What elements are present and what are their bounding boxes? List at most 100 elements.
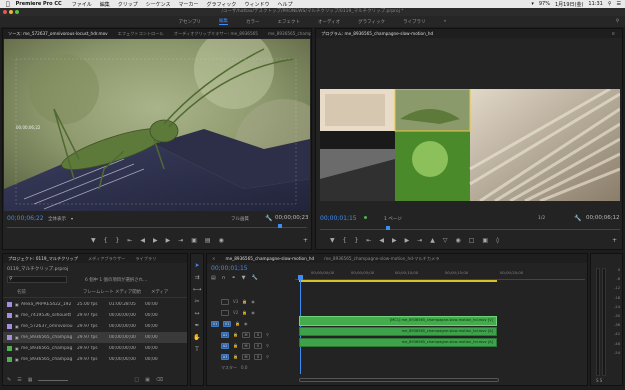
workspace-search-icon[interactable]: ⚲	[616, 19, 619, 24]
tab-audio-clip-mixer[interactable]: オーディオクリップミキサー: me_8936565	[169, 31, 263, 37]
go-to-in-icon[interactable]: ⇤	[127, 237, 132, 244]
clip-audio-a2[interactable]: me_8936565_champagne-slow-motion_hd.mov …	[299, 338, 497, 347]
apple-icon[interactable]: 	[6, 1, 10, 8]
new-bin-icon[interactable]: □	[134, 377, 139, 383]
battery-percent[interactable]: 97%	[539, 1, 550, 7]
program-add-button[interactable]: +	[612, 237, 617, 244]
program-resolution-select[interactable]: 1/2	[538, 216, 545, 221]
v1-lock-icon[interactable]: 🔒	[235, 321, 240, 326]
a2-solo[interactable]: S	[253, 342, 262, 349]
clip-video-v1[interactable]: [MC1] me_8936565_champagne-slow-motion_h…	[299, 316, 497, 326]
program-step-back-icon[interactable]: ◀	[379, 237, 384, 244]
program-wrench-icon[interactable]: 🔧	[574, 215, 581, 222]
v2-eye-icon[interactable]: ◉	[251, 310, 255, 315]
trash-icon[interactable]: ⌫	[156, 377, 163, 383]
wrench-icon[interactable]: 🔧	[265, 215, 272, 222]
workspace-edit[interactable]: 編集	[218, 18, 228, 25]
tab-source[interactable]: ソース: me_572637_omnivorous-locust_hdr.mov	[3, 31, 113, 37]
clip-audio-a1[interactable]: me_8936565_champagne-slow-motion_hd.mov …	[299, 327, 497, 336]
a2-mute[interactable]: M	[241, 342, 250, 349]
v1-source-patch[interactable]: V1	[211, 320, 219, 327]
label-color-swatch[interactable]	[7, 335, 12, 340]
pen-tool-icon[interactable]: ✒	[192, 320, 202, 330]
zoom-window-button[interactable]	[15, 10, 19, 14]
project-row[interactable]: ▣ me_8936565_champag 29.97 fps 00;00;00;00 0…	[3, 354, 187, 365]
a2-lock-icon[interactable]: 🔒	[233, 343, 238, 348]
program-scrubber[interactable]	[320, 229, 620, 233]
mark-out-icon[interactable]: }	[115, 237, 119, 244]
program-mark-in-icon[interactable]: {	[343, 237, 347, 244]
menu-list-icon[interactable]: ☰	[617, 1, 621, 7]
work-area-bar[interactable]	[299, 280, 497, 282]
tab-multicam-sequence[interactable]: me_8936565_champagne-slow-motion_hd-マルチカ…	[319, 256, 444, 262]
timeline-scrollbar[interactable]	[299, 378, 499, 382]
write-protect-icon[interactable]: ✎	[7, 377, 11, 383]
a1-target[interactable]: A1	[221, 331, 229, 338]
a3-mic-icon[interactable]: ⚲	[266, 354, 269, 359]
source-zoom-select[interactable]: 全体表示	[48, 216, 66, 222]
program-menu-icon[interactable]: ≡	[606, 31, 620, 36]
menu-date[interactable]: 1月19日(金)	[555, 1, 583, 8]
a3-target[interactable]: A3	[221, 353, 229, 360]
icon-view-icon[interactable]: ▦	[28, 377, 33, 383]
vr-icon[interactable]: ◊	[496, 237, 499, 244]
source-add-button[interactable]: +	[303, 237, 308, 244]
a1-solo[interactable]: S	[253, 331, 262, 338]
timeline-close-icon[interactable]: ×	[207, 256, 221, 261]
program-playhead-timecode[interactable]: 00;00;01;15	[320, 215, 357, 222]
tab-libraries[interactable]: ライブラリ	[130, 256, 161, 262]
marker-icon[interactable]: ▼	[91, 237, 96, 244]
program-go-to-out-icon[interactable]: ⇥	[417, 237, 422, 244]
source-video-frame[interactable]: 00;00;06;22	[4, 39, 310, 211]
program-export-frame-icon[interactable]: ◉	[455, 237, 460, 244]
column-media-start[interactable]: メディア開始	[115, 289, 151, 295]
a3-mute[interactable]: M	[241, 353, 250, 360]
meter-solo-buttons[interactable]: S S	[596, 378, 602, 383]
project-row[interactable]: ▣ Alexa_PRPRE5422_192 25.00 fps 01:00:28:05…	[3, 299, 187, 310]
a2-target[interactable]: A2	[221, 342, 229, 349]
v3-target[interactable]	[221, 298, 229, 305]
insert-icon[interactable]: ▣	[191, 237, 197, 244]
app-menu[interactable]: Premiere Pro CC	[16, 1, 62, 7]
menu-marker[interactable]: マーカー	[179, 1, 199, 8]
a1-mic-icon[interactable]: ⚲	[266, 332, 269, 337]
menu-edit[interactable]: 編集	[100, 1, 110, 8]
menu-sequence[interactable]: シーケンス	[146, 1, 171, 8]
program-mark-out-icon[interactable]: }	[354, 237, 358, 244]
snap-icon[interactable]: ∩	[222, 275, 226, 281]
menu-window[interactable]: ウィンドウ	[244, 1, 269, 8]
source-scrubber[interactable]	[7, 227, 307, 231]
workspace-libraries[interactable]: ライブラリ	[403, 19, 426, 25]
timeline-timecode[interactable]: 00;00;01;15	[211, 265, 248, 272]
a3-solo[interactable]: S	[253, 353, 262, 360]
tab-program[interactable]: プログラム: me_8936565_champagne-slow-motion_…	[316, 31, 438, 37]
menu-file[interactable]: ファイル	[72, 1, 92, 8]
v3-lock-icon[interactable]: 🔒	[242, 299, 247, 304]
label-color-swatch[interactable]	[7, 324, 12, 329]
search-icon[interactable]: ⚲	[608, 1, 612, 7]
project-row[interactable]: ▣ me_7419536_silhouett 29.97 fps 00;00;00;0…	[3, 310, 187, 321]
export-frame-icon[interactable]: ◉	[219, 237, 224, 244]
multicam-toggle-icon[interactable]: ▣	[482, 237, 488, 244]
mark-in-icon[interactable]: {	[104, 237, 108, 244]
lift-icon[interactable]: ▲	[430, 237, 435, 244]
workspace-assembly[interactable]: アセンブリ	[179, 19, 201, 25]
workspace-more-icon[interactable]: »	[444, 19, 447, 24]
project-row[interactable]: ▣ me_8936565_champag 29.97 fps 00;00;00;00 0…	[3, 332, 187, 343]
label-color-swatch[interactable]	[7, 357, 12, 362]
overwrite-icon[interactable]: ▤	[205, 237, 211, 244]
type-tool-icon[interactable]: T	[192, 344, 202, 354]
project-row[interactable]: ▣ me_572637_omnivorou 29.97 fps 00;00;00;00…	[3, 321, 187, 332]
add-marker-icon[interactable]: ▼	[242, 275, 246, 281]
column-name[interactable]: 名前	[17, 289, 83, 295]
nest-icon[interactable]: ▤	[211, 275, 216, 281]
project-search-input[interactable]	[7, 276, 67, 283]
step-back-icon[interactable]: ◀	[140, 237, 145, 244]
tab-sequence-metadata[interactable]: me_8936565_champagne-slow-motion_hd	[263, 31, 311, 36]
menu-help[interactable]: ヘルプ	[277, 1, 292, 8]
source-resolution-select[interactable]: フル画質	[231, 216, 249, 222]
workspace-audio[interactable]: オーディオ	[318, 19, 340, 25]
razor-tool-icon[interactable]: ✂	[192, 296, 202, 306]
v2-lock-icon[interactable]: 🔒	[242, 310, 247, 315]
play-icon[interactable]: ▶	[153, 237, 158, 244]
